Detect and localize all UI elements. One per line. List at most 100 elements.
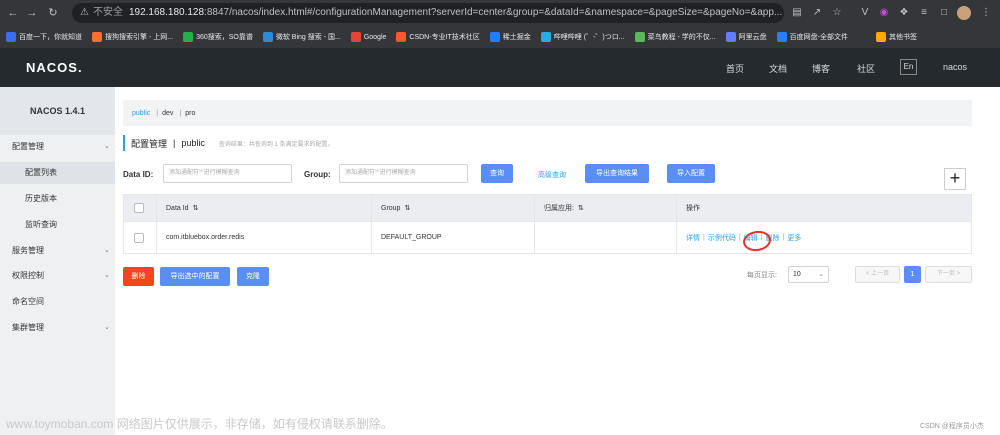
more-link[interactable]: 更多	[787, 233, 801, 243]
advanced-query-link[interactable]: 高级查询	[538, 170, 566, 180]
prev-page-button[interactable]: < 上一页	[855, 266, 900, 283]
media-icon[interactable]: ≡	[917, 6, 931, 20]
nav-community[interactable]: 社区	[857, 62, 875, 75]
bookmark-label: 其他书签	[888, 34, 917, 41]
sample-code-link[interactable]: 示例代码	[708, 233, 736, 243]
sidebar-item[interactable]: 历史版本	[0, 188, 115, 210]
query-result-hint: 查询结果：共查询到 1 条满足要求的配置。	[218, 141, 334, 148]
sort-icon[interactable]: ⇅	[578, 204, 584, 212]
sidebar-item-label: 监听查询	[25, 220, 57, 229]
header-app[interactable]: 归属应用:	[544, 203, 574, 213]
chevron-down-icon: ⌄	[104, 272, 110, 279]
group-input[interactable]: 添加通配符'*'进行模糊查询	[339, 164, 468, 183]
bookmark-item[interactable]: 稀土掘金	[489, 32, 531, 42]
bookmark-item[interactable]: 百度网盘-全部文件	[776, 32, 848, 42]
csdn-watermark: CSDN @程序员小杰	[920, 423, 984, 430]
sidebar-item[interactable]: 配置列表	[0, 162, 115, 184]
bookmark-favicon-icon	[6, 32, 16, 42]
nav-docs[interactable]: 文档	[769, 62, 787, 75]
bookmark-favicon-icon	[183, 32, 194, 42]
bookmark-item[interactable]: 菜鸟教程 - 学的不仅...	[634, 32, 716, 42]
share-icon[interactable]: ↗	[810, 6, 824, 20]
delete-button[interactable]: 删除	[123, 267, 154, 286]
bookmark-label: 搜狗搜索引擎 - 上网...	[105, 34, 174, 41]
chevron-down-icon: ⌄	[104, 324, 110, 331]
user-name[interactable]: nacos	[943, 62, 967, 72]
title-separator: |	[173, 138, 176, 148]
bookmark-item[interactable]: CSDN-专业IT技术社区	[396, 32, 480, 42]
bookmark-item[interactable]: 阿里云盘	[725, 32, 767, 42]
clone-button[interactable]: 克隆	[237, 267, 269, 286]
sidebar-item-label: 命名空间	[12, 297, 44, 306]
header-dataid[interactable]: Data Id	[166, 205, 189, 212]
page-size-value: 10	[793, 271, 801, 278]
chevron-down-icon: ⌄	[818, 271, 824, 278]
export-selected-button[interactable]: 导出选中的配置	[160, 267, 230, 286]
menu-icon[interactable]: ⋮	[979, 6, 993, 20]
sidebar-item[interactable]: 服务管理 ⌄	[0, 240, 115, 262]
url-host: 192.168.180.128	[128, 7, 205, 18]
bookmark-favicon-icon	[725, 32, 736, 42]
forward-icon[interactable]: →	[25, 6, 39, 20]
nav-home[interactable]: 首页	[726, 62, 744, 75]
sidebar-item-label: 配置管理	[12, 142, 44, 151]
nav-blog[interactable]: 博客	[812, 62, 830, 75]
bookmark-item[interactable]: 哔哩哔哩 (゜-゜)つロ...	[540, 32, 625, 42]
bookmark-item[interactable]: 微软 Bing 搜索 - 国...	[262, 32, 341, 42]
warning-icon: ⚠	[80, 7, 89, 18]
sidebar-item[interactable]: 监听查询	[0, 214, 115, 236]
bookmark-item[interactable]: Google	[350, 32, 386, 42]
next-page-button[interactable]: 下一页 >	[925, 266, 972, 283]
import-config-button[interactable]: 导入配置	[667, 164, 715, 183]
namespace-public[interactable]: public	[132, 110, 150, 117]
bookmark-favicon-icon	[396, 32, 407, 42]
sidebar: NACOS 1.4.1 配置管理 ⌄ 配置列表 历史版本 监听查询 服务管理 ⌄ 权限控制 ⌄ 命…	[0, 87, 115, 435]
sidepanel-icon[interactable]: □	[937, 6, 951, 20]
url-path: :8847/nacos/index.html#/configurationMan…	[204, 7, 783, 18]
address-row: ← → ↻ ⚠ 不安全 192.168.180.128:8847/nacos/ind…	[0, 0, 1000, 26]
cell-dataid: com.itbluebox.order.redis	[166, 234, 245, 241]
export-query-button[interactable]: 导出查询结果	[585, 164, 649, 183]
detail-link[interactable]: 详情	[686, 233, 700, 243]
page-size-select[interactable]: 10 ⌄	[788, 266, 829, 283]
address-bar[interactable]: ⚠ 不安全 192.168.180.128:8847/nacos/index.htm…	[72, 3, 784, 23]
sidebar-item[interactable]: 命名空间	[0, 291, 115, 313]
sidebar-item[interactable]: 集群管理 ⌄	[0, 317, 115, 339]
bookmark-item[interactable]: 搜狗搜索引擎 - 上网...	[92, 32, 173, 42]
bookmark-label: 360搜索，SO靠谱	[196, 34, 253, 41]
current-page-button[interactable]: 1	[904, 266, 921, 283]
extension-icon[interactable]: ◉	[877, 6, 891, 20]
avatar[interactable]	[957, 6, 971, 20]
select-all-checkbox[interactable]	[134, 203, 144, 213]
sidebar-item-label: 权限控制	[12, 271, 44, 280]
sidebar-item[interactable]: 权限控制 ⌄	[0, 265, 115, 287]
bookmark-item[interactable]: 360搜索，SO靠谱	[183, 32, 253, 42]
sort-icon[interactable]: ⇅	[404, 204, 410, 212]
language-toggle[interactable]: En	[900, 59, 917, 75]
bookmark-item[interactable]: 其他书签	[875, 32, 917, 42]
sort-icon[interactable]: ⇅	[193, 204, 199, 212]
bookmark-item[interactable]: 百度一下，你就知道	[6, 32, 82, 42]
namespace-pro[interactable]: pro	[185, 110, 195, 117]
bookmark-label: 百度一下，你就知道	[19, 34, 82, 41]
puzzle-icon[interactable]: ❖	[897, 6, 911, 20]
title-namespace: public	[181, 138, 205, 148]
main-content: public | dev | pro 配置管理 | public 查询结果：共查…	[115, 87, 1000, 435]
reload-icon[interactable]: ↻	[46, 6, 60, 20]
page-title-text: 配置管理	[131, 138, 168, 149]
namespace-dev[interactable]: dev	[162, 110, 173, 117]
sidebar-item-label: 服务管理	[12, 246, 44, 255]
header-group[interactable]: Group	[381, 205, 400, 212]
nacos-logo[interactable]: NACOS.	[26, 60, 83, 75]
query-button[interactable]: 查询	[481, 164, 513, 183]
star-icon[interactable]: ☆	[830, 6, 844, 20]
translate-icon[interactable]: ▤	[790, 6, 804, 20]
back-icon[interactable]: ←	[6, 6, 20, 20]
dataid-input[interactable]: 添加通配符'*'进行模糊查询	[163, 164, 292, 183]
row-checkbox[interactable]	[134, 232, 144, 243]
bookmark-label: CSDN-专业IT技术社区	[409, 34, 480, 41]
add-config-button[interactable]: +	[944, 168, 966, 190]
sidebar-item[interactable]: 配置管理 ⌄	[0, 136, 115, 158]
extension-v-icon[interactable]: V	[858, 6, 872, 20]
header-actions: 操作	[686, 205, 700, 212]
